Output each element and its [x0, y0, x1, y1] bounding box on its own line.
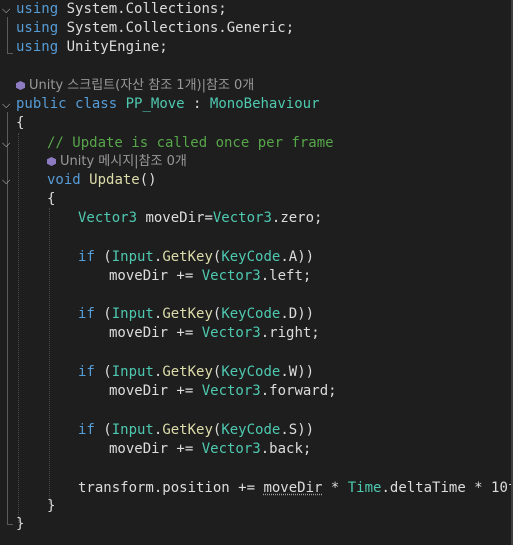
code-line-using-1[interactable]: using System.Collections;	[16, 0, 227, 19]
keyword-public: public	[16, 96, 67, 112]
movedir-ref: moveDir	[263, 480, 323, 496]
brace-close: }	[16, 516, 25, 532]
code-line-class-decl[interactable]: public class PP_Move : MonoBehaviour	[16, 95, 320, 114]
fold-end-usings	[7, 53, 13, 54]
vector-decl-end: .zero;	[271, 210, 323, 226]
fold-line-usings	[7, 17, 8, 53]
direction: .back;	[260, 441, 312, 457]
paren: (	[94, 422, 112, 438]
vector-decl-middle: moveDir=	[137, 210, 213, 226]
type-vector3: Vector3	[78, 210, 138, 226]
brace-open: {	[47, 191, 56, 207]
base-class: MonoBehaviour	[209, 96, 320, 112]
method-name: Update	[89, 172, 140, 188]
code-line-method-close[interactable]: }	[47, 497, 55, 516]
class-name: PP_Move	[125, 96, 185, 112]
keyword: using	[16, 39, 59, 55]
code-line-method-open[interactable]: {	[47, 190, 55, 209]
key: .S))	[280, 422, 315, 438]
type-vector3: Vector3	[201, 441, 261, 457]
method-getkey: GetKey	[162, 249, 213, 265]
namespace: System.Collections.Generic;	[66, 20, 295, 36]
assign: moveDir +=	[109, 268, 202, 284]
code-line-if-w[interactable]: if (Input.GetKey(KeyCode.W))	[78, 363, 314, 382]
paren: (	[94, 306, 112, 322]
method-getkey: GetKey	[162, 306, 213, 322]
key: .D))	[280, 306, 315, 322]
indent-guide	[18, 133, 19, 523]
code-line-if-s[interactable]: if (Input.GetKey(KeyCode.S))	[78, 421, 314, 440]
code-line-class-close[interactable]: }	[16, 515, 24, 534]
keyword: using	[16, 1, 59, 17]
type-input: Input	[111, 306, 154, 322]
key: .W))	[280, 364, 315, 380]
code-line-method-decl[interactable]: void Update()	[47, 171, 157, 190]
unity-icon	[16, 81, 25, 90]
code-line-assign-right[interactable]: moveDir += Vector3.right;	[109, 324, 320, 343]
code-line-using-2[interactable]: using System.Collections.Generic;	[16, 19, 294, 38]
paren: (	[94, 364, 112, 380]
indent-guide	[49, 208, 50, 504]
keyword-if: if	[78, 364, 95, 380]
keyword: using	[16, 20, 59, 36]
code-line-assign-back[interactable]: moveDir += Vector3.back;	[109, 440, 311, 459]
code-line-class-open[interactable]: {	[16, 114, 24, 133]
type-vector3: Vector3	[212, 210, 272, 226]
transform-end: .deltaTime * 10f;	[381, 480, 513, 496]
code-line-using-3[interactable]: using UnityEngine;	[16, 38, 168, 57]
type-input: Input	[111, 249, 154, 265]
type-input: Input	[111, 422, 154, 438]
class-codelens[interactable]: Unity 스크립트(자산 참조 1개)|참조 0개	[16, 76, 254, 95]
type-vector3: Vector3	[201, 325, 261, 341]
keyword-class: class	[75, 96, 118, 112]
type-keycode: KeyCode	[221, 422, 281, 438]
code-line-comment[interactable]: // Update is called once per frame	[47, 134, 334, 153]
code-line-assign-forward[interactable]: moveDir += Vector3.forward;	[109, 382, 337, 401]
type-input: Input	[111, 364, 154, 380]
assign: moveDir +=	[109, 383, 202, 399]
direction: .right;	[260, 325, 320, 341]
fold-toggle-comment[interactable]: ⌵	[2, 134, 12, 153]
type-keycode: KeyCode	[221, 364, 281, 380]
type-vector3: Vector3	[201, 383, 261, 399]
transform-start: transform.position +=	[78, 480, 264, 496]
type-keycode: KeyCode	[221, 249, 281, 265]
method-codelens[interactable]: Unity 메시지|참조 0개	[47, 152, 187, 171]
brace-close: }	[47, 498, 56, 514]
type-vector3: Vector3	[201, 268, 261, 284]
colon: :	[184, 96, 210, 112]
assign: moveDir +=	[109, 325, 202, 341]
code-line-assign-left[interactable]: moveDir += Vector3.left;	[109, 267, 311, 286]
namespace: UnityEngine;	[66, 39, 168, 55]
method-codelens-text: Unity 메시지|참조 0개	[60, 154, 187, 169]
keyword-if: if	[78, 306, 95, 322]
direction: .left;	[260, 268, 312, 284]
class-codelens-text: Unity 스크립트(자산 참조 1개)|참조 0개	[29, 78, 255, 93]
namespace: System.Collections;	[66, 1, 227, 17]
assign: moveDir +=	[109, 441, 202, 457]
code-line-vector-decl[interactable]: Vector3 moveDir=Vector3.zero;	[78, 209, 322, 228]
star: *	[322, 480, 348, 496]
code-editor[interactable]: ⌵ ⌵ ⌵ ⌵ using System.Collections; using …	[0, 0, 513, 545]
code-line-if-d[interactable]: if (Input.GetKey(KeyCode.D))	[78, 305, 314, 324]
code-line-if-a[interactable]: if (Input.GetKey(KeyCode.A))	[78, 248, 314, 267]
code-line-transform[interactable]: transform.position += moveDir * Time.del…	[78, 479, 513, 498]
comment-text: // Update is called once per frame	[47, 135, 334, 151]
keyword-if: if	[78, 422, 95, 438]
fold-end-class	[7, 524, 13, 525]
type-keycode: KeyCode	[221, 306, 281, 322]
method-getkey: GetKey	[162, 364, 213, 380]
type-time: Time	[347, 480, 382, 496]
fold-toggle-method[interactable]: ⌵	[2, 171, 12, 190]
key: .A))	[280, 249, 315, 265]
method-getkey: GetKey	[162, 422, 213, 438]
paren: (	[94, 249, 112, 265]
keyword-void: void	[47, 172, 81, 188]
direction: .forward;	[260, 383, 337, 399]
keyword-if: if	[78, 249, 95, 265]
brace-open: {	[16, 115, 25, 131]
unity-icon	[47, 157, 56, 166]
method-parens: ()	[139, 172, 157, 188]
